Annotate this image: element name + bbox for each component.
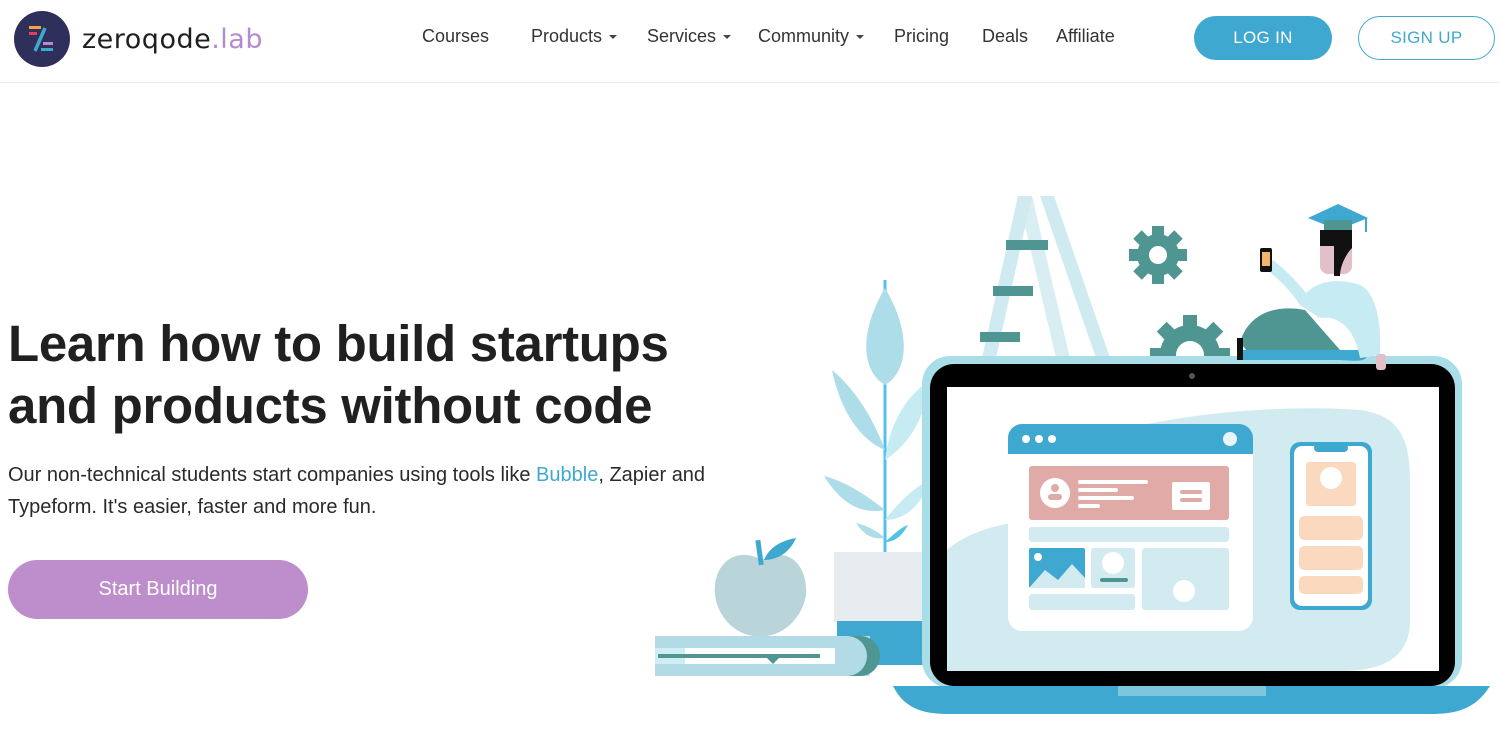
bubble-link[interactable]: Bubble xyxy=(536,464,598,486)
plant-icon xyxy=(824,280,934,665)
nav-label: Products xyxy=(531,26,603,46)
logo-text: zeroqode.lab xyxy=(82,24,263,55)
start-building-button[interactable]: Start Building xyxy=(8,560,308,619)
nav-community[interactable]: Community xyxy=(758,26,865,47)
caret-down-icon xyxy=(723,34,732,39)
caret-down-icon xyxy=(856,34,865,39)
nav-label: Community xyxy=(758,26,850,46)
nav-products[interactable]: Products xyxy=(531,26,618,47)
hero-illustration xyxy=(640,180,1500,740)
logo-mark-icon xyxy=(14,11,70,67)
nav-services[interactable]: Services xyxy=(647,26,732,47)
ladder-icon xyxy=(980,196,1110,358)
site-header: zeroqode.lab Courses Products Services C… xyxy=(0,0,1500,83)
gear-icon xyxy=(1129,226,1187,284)
graduate-icon xyxy=(1237,204,1386,370)
nav-affiliate[interactable]: Affiliate xyxy=(1056,26,1115,47)
nav-label: Affiliate xyxy=(1056,26,1115,46)
logo[interactable]: zeroqode.lab xyxy=(14,11,263,67)
mobile-phone-icon xyxy=(1290,442,1372,610)
login-button[interactable]: LOG IN xyxy=(1194,16,1332,60)
nav-courses[interactable]: Courses xyxy=(422,26,489,47)
nav-label: Services xyxy=(647,26,717,46)
brand-suffix: .lab xyxy=(211,23,263,55)
caret-down-icon xyxy=(609,34,618,39)
book-icon xyxy=(655,636,880,676)
brand-name: zeroqode xyxy=(82,23,212,55)
nav-label: Pricing xyxy=(894,26,950,46)
nav-pricing[interactable]: Pricing xyxy=(894,26,949,47)
apple-icon xyxy=(714,538,807,637)
hero-title: Learn how to build startups and products… xyxy=(8,315,669,434)
browser-window-icon xyxy=(1008,424,1253,631)
nav-label: Deals xyxy=(982,26,1029,46)
signup-button[interactable]: SIGN UP xyxy=(1358,16,1495,60)
nav-deals[interactable]: Deals xyxy=(982,26,1028,47)
nav-label: Courses xyxy=(422,26,490,46)
subtitle-text: Our non-technical students start compani… xyxy=(8,464,537,486)
hero-subtitle: Our non-technical students start compani… xyxy=(8,459,728,523)
